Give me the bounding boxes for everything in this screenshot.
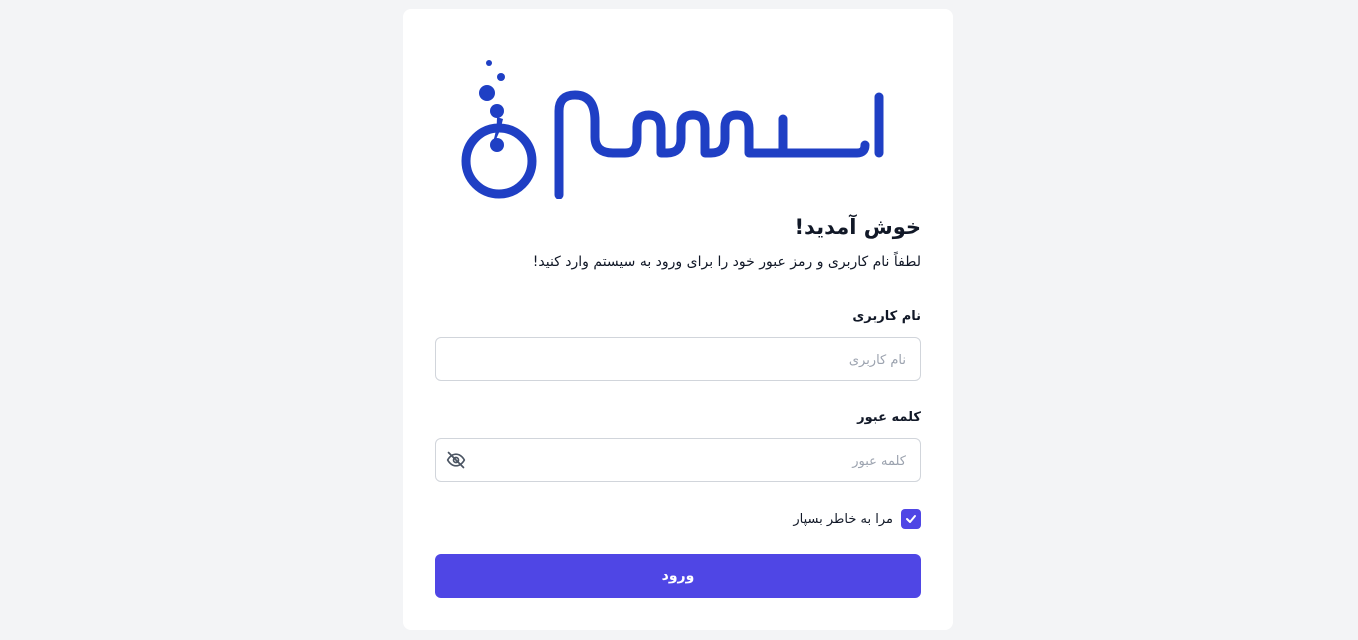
- welcome-title: خوش آمدید!: [794, 215, 921, 239]
- remember-me: مرا به خاطر بسپار: [793, 509, 921, 529]
- welcome-subtitle: لطفاً نام کاربری و رمز عبور خود را برای …: [532, 254, 921, 270]
- password-label: کلمه عبور: [857, 410, 921, 425]
- password-input[interactable]: [484, 439, 908, 483]
- company-logo: [461, 60, 884, 199]
- password-field: [435, 438, 921, 483]
- username-input[interactable]: [484, 338, 908, 382]
- eye-off-icon[interactable]: [446, 450, 466, 470]
- remember-label: مرا به خاطر بسپار: [793, 511, 893, 527]
- username-label: نام کاربری: [852, 309, 921, 324]
- login-button[interactable]: ورود: [435, 554, 921, 598]
- remember-checkbox[interactable]: [901, 509, 921, 529]
- login-card: خوش آمدید! لطفاً نام کاربری و رمز عبور خ…: [403, 9, 953, 630]
- checkmark-icon: [906, 515, 916, 523]
- username-field: [435, 337, 921, 382]
